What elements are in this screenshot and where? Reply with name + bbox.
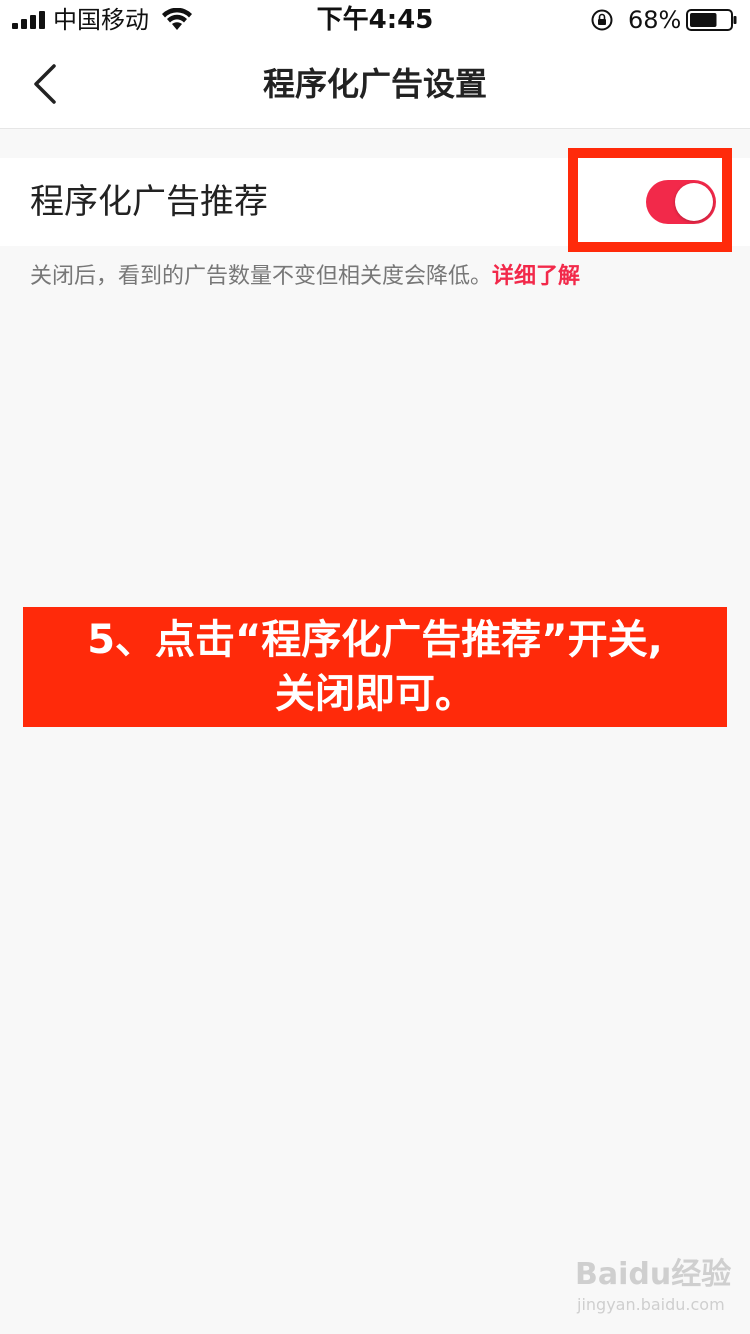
setting-hint: 关闭后，看到的广告数量不变但相关度会降低。详细了解 [30,262,580,292]
watermark-logo: Baidu经验 [575,1257,732,1292]
setting-label: 程序化广告推荐 [30,182,268,222]
banner-line-1: 5、点击“程序化广告推荐”开关, [87,617,663,663]
watermark-url: jingyan.baidu.com [577,1295,725,1314]
learn-more-link[interactable]: 详细了解 [492,264,580,289]
battery-percent: 68% [628,6,682,34]
toggle-knob [675,183,713,221]
nav-bar: 程序化广告设置 [0,40,750,129]
screen: 中国移动 下午4:45 68% 程序化广告设置 程序化广告推荐 关闭后，看到的广… [0,0,750,1334]
baidu-watermark: Baidu经验 jingyan.baidu.com [575,1255,731,1325]
banner-line-2: 关闭即可。 [275,671,475,717]
programmatic-ads-toggle[interactable] [646,180,716,224]
status-bar: 中国移动 下午4:45 68% [0,0,750,40]
battery-icon [686,9,737,31]
page-title: 程序化广告设置 [262,65,487,103]
hint-text: 关闭后，看到的广告数量不变但相关度会降低。 [30,264,493,289]
orientation-lock-icon [591,9,613,31]
instruction-banner: 5、点击“程序化广告推荐”开关, 关闭即可。 [23,607,727,727]
